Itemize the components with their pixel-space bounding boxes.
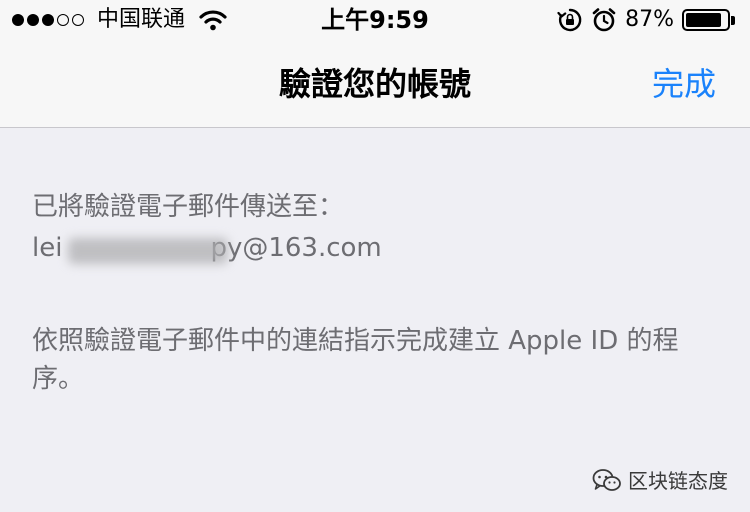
battery-tip (731, 15, 735, 25)
email-prefix: lei (32, 233, 63, 263)
wechat-icon (592, 469, 621, 491)
status-bar: 中国联通 上午9:59 87% (0, 0, 750, 40)
sent-label: 已將驗證電子郵件傳送至： (32, 192, 345, 222)
battery-shell (682, 9, 730, 31)
email-address: lei py@163.com (32, 228, 382, 268)
battery-icon (682, 8, 736, 32)
verification-info: 已將驗證電子郵件傳送至： lei py@163.com (32, 190, 382, 268)
alarm-icon (592, 8, 616, 32)
battery-percent: 87% (625, 7, 674, 32)
battery-fill (686, 13, 721, 27)
page-title: 驗證您的帳號 (278, 65, 471, 103)
redaction-blur (68, 238, 228, 264)
rotation-lock-icon (557, 8, 582, 32)
email-suffix: py@163.com (210, 233, 382, 263)
done-button[interactable]: 完成 (652, 40, 716, 128)
status-right: 87% (557, 6, 736, 34)
watermark: 区块链态度 (592, 466, 728, 496)
watermark-text: 区块链态度 (628, 469, 728, 493)
instruction-text: 依照驗證電子郵件中的連結指示完成建立 Apple ID 的程序。 (32, 326, 679, 394)
navigation-bar: 驗證您的帳號 完成 (0, 40, 750, 128)
